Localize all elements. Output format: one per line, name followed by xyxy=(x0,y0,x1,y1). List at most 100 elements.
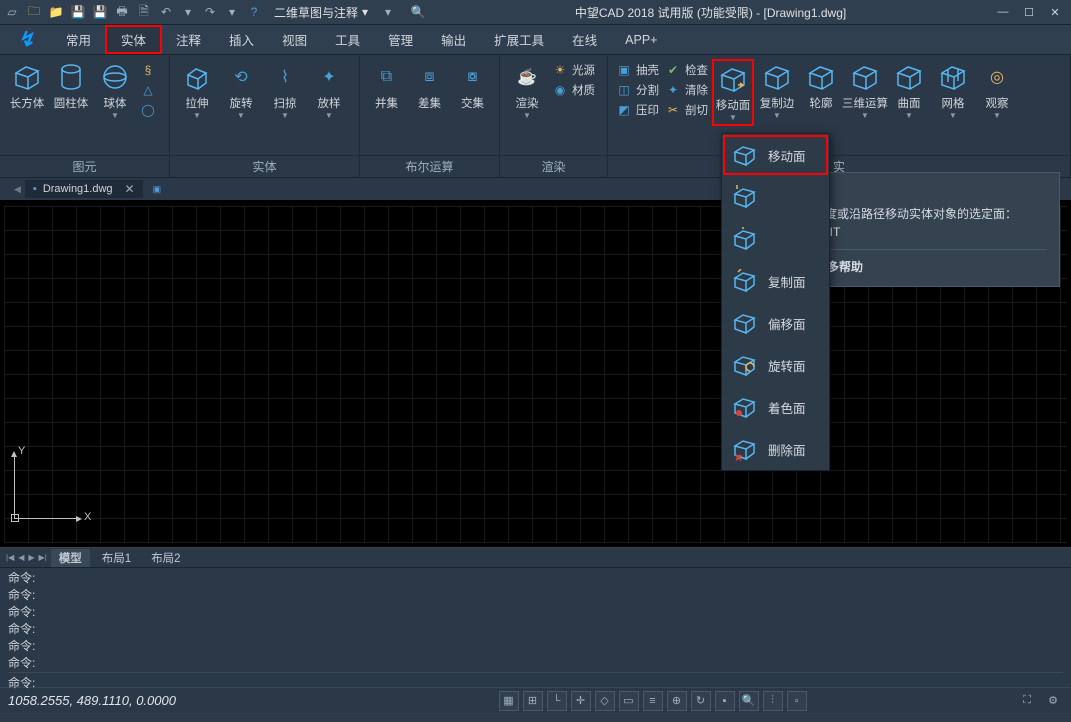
mesh-button[interactable]: 网格▼ xyxy=(932,59,974,122)
menu-app[interactable]: APP+ xyxy=(611,25,671,54)
fm-item-3[interactable] xyxy=(722,218,829,260)
sb-lwt-icon[interactable]: ≡ xyxy=(643,691,663,711)
fm-color-face[interactable]: 着色面 xyxy=(722,386,829,428)
undo-dd-icon[interactable]: ▾ xyxy=(180,4,196,20)
layout-model[interactable]: 模型 xyxy=(51,549,90,567)
cmd-history-line: 命令: xyxy=(8,638,1063,655)
fm-rotate-face[interactable]: 旋转面 xyxy=(722,344,829,386)
drawing-tab[interactable]: ▪ Drawing1.dwg ✕ xyxy=(25,180,143,198)
menu-manage[interactable]: 管理 xyxy=(374,25,427,54)
lt-first-icon[interactable]: |◀ xyxy=(6,553,14,562)
fm-copy-face[interactable]: 复制面 xyxy=(722,260,829,302)
sb-model-icon[interactable]: ▪ xyxy=(715,691,735,711)
undo-icon[interactable]: ↶ xyxy=(158,4,174,20)
maximize-button[interactable]: ☐ xyxy=(1017,3,1041,21)
menu-output[interactable]: 输出 xyxy=(427,25,480,54)
3dcalc-button[interactable]: 三维运算▼ xyxy=(844,59,886,122)
helix-icon[interactable]: § xyxy=(140,61,156,79)
menu-solid[interactable]: 实体 xyxy=(105,25,162,54)
lt-prev-icon[interactable]: ◀ xyxy=(18,553,24,562)
view3d-button[interactable]: ◎观察▼ xyxy=(976,59,1018,122)
fm-delete-face[interactable]: 删除面 xyxy=(722,428,829,470)
sb-otrack-icon[interactable]: ▭ xyxy=(619,691,639,711)
box-button[interactable]: 长方体 xyxy=(6,59,48,113)
menu-bar: ↯ 常用 实体 注释 插入 视图 工具 管理 输出 扩展工具 在线 APP+ xyxy=(0,25,1071,55)
copyedge-button[interactable]: 复制边▼ xyxy=(756,59,798,122)
split-button[interactable]: ◫分割 xyxy=(616,81,659,99)
qa-overflow-icon[interactable]: ▾ xyxy=(380,4,396,20)
sb-full-icon[interactable]: ⛶ xyxy=(1017,691,1037,711)
shell-button[interactable]: ▣抽壳 xyxy=(616,61,659,79)
menu-insert[interactable]: 插入 xyxy=(215,25,268,54)
layout-2[interactable]: 布局2 xyxy=(143,549,188,567)
lt-last-icon[interactable]: ▶| xyxy=(39,553,47,562)
cmd-history-line: 命令: xyxy=(8,655,1063,672)
sb-mag-icon[interactable]: 🔍 xyxy=(739,691,759,711)
sb-extra-icon[interactable]: ⫶ xyxy=(763,691,783,711)
app-logo[interactable]: ↯ xyxy=(0,25,52,54)
cylinder-button[interactable]: 圆柱体 xyxy=(50,59,92,113)
sb-grid-icon[interactable]: ▦ xyxy=(499,691,519,711)
surface-button[interactable]: 曲面▼ xyxy=(888,59,930,122)
new-icon[interactable]: ▱ xyxy=(4,4,20,20)
close-button[interactable]: ✕ xyxy=(1043,3,1067,21)
sphere-button[interactable]: 球体▼ xyxy=(94,59,136,122)
sb-osnap-icon[interactable]: ◇ xyxy=(595,691,615,711)
menu-online[interactable]: 在线 xyxy=(558,25,611,54)
intersect-button[interactable]: ⧇交集 xyxy=(452,59,493,113)
ribbon-group-solid: 拉伸▼ ⟲旋转▼ ⌇扫掠▼ ✦放样▼ xyxy=(170,55,360,155)
sweep-button[interactable]: ⌇扫掠▼ xyxy=(264,59,306,122)
search-icon[interactable]: 🔍 xyxy=(410,4,426,20)
redo-icon[interactable]: ↷ xyxy=(202,4,218,20)
light-button[interactable]: ☀光源 xyxy=(552,61,595,79)
tab-new-icon[interactable]: ▣ xyxy=(149,184,166,195)
sb-polar-icon[interactable]: ✛ xyxy=(571,691,591,711)
folder-icon[interactable]: 📁 xyxy=(48,4,64,20)
workspace-dropdown[interactable]: 二维草图与注释 ▾ xyxy=(268,4,374,21)
cone-icon[interactable]: △ xyxy=(140,81,156,99)
layout-1[interactable]: 布局1 xyxy=(94,549,139,567)
menu-annotate[interactable]: 注释 xyxy=(162,25,215,54)
union-button[interactable]: ⧉并集 xyxy=(366,59,407,113)
silhouette-button[interactable]: 轮廓 xyxy=(800,59,842,113)
open-icon[interactable]: 🗀 xyxy=(26,4,42,20)
sb-dyn-icon[interactable]: ⊕ xyxy=(667,691,687,711)
extrude-button[interactable]: 拉伸▼ xyxy=(176,59,218,122)
menu-extend[interactable]: 扩展工具 xyxy=(480,25,558,54)
sb-cycle-icon[interactable]: ↻ xyxy=(691,691,711,711)
tab-prev-icon[interactable]: ◀ xyxy=(10,184,25,195)
redo-dd-icon[interactable]: ▾ xyxy=(224,4,240,20)
sb-extra2-icon[interactable]: ▫ xyxy=(787,691,807,711)
minimize-button[interactable]: — xyxy=(991,3,1015,21)
torus-icon[interactable]: ◯ xyxy=(140,101,156,119)
menu-common[interactable]: 常用 xyxy=(52,25,105,54)
loft-button[interactable]: ✦放样▼ xyxy=(308,59,350,122)
preview-icon[interactable]: 🗎 xyxy=(136,4,152,20)
sb-snap-icon[interactable]: ⊞ xyxy=(523,691,543,711)
lt-next-icon[interactable]: ▶ xyxy=(28,553,34,562)
help-icon[interactable]: ? xyxy=(246,4,262,20)
sb-ortho-icon[interactable]: └ xyxy=(547,691,567,711)
menu-view[interactable]: 视图 xyxy=(268,25,321,54)
check-button[interactable]: ✔检查 xyxy=(665,61,708,79)
sb-gear-icon[interactable]: ⚙ xyxy=(1043,691,1063,711)
material-button[interactable]: ◉材质 xyxy=(552,81,595,99)
save-icon[interactable]: 💾 xyxy=(70,4,86,20)
layout-tabstrip: |◀ ◀ ▶ ▶| 模型 布局1 布局2 xyxy=(0,547,1071,567)
cmd-history-line: 命令: xyxy=(8,604,1063,621)
slice-button[interactable]: ✂剖切 xyxy=(665,101,708,119)
subtract-button[interactable]: ⧈差集 xyxy=(409,59,450,113)
clean-button[interactable]: ✦清除 xyxy=(665,81,708,99)
render-button[interactable]: ☕渲染▼ xyxy=(506,59,548,122)
fm-move-face[interactable]: 移动面 xyxy=(722,134,829,176)
imprint-button[interactable]: ◩压印 xyxy=(616,101,659,119)
moveface-button[interactable]: 移动面▼ xyxy=(712,59,754,126)
menu-tools[interactable]: 工具 xyxy=(321,25,374,54)
command-panel[interactable]: 命令: 命令: 命令: 命令: 命令: 命令: 命令: xyxy=(0,567,1071,687)
saveas-icon[interactable]: 💾 xyxy=(92,4,108,20)
fm-offset-face[interactable]: 偏移面 xyxy=(722,302,829,344)
print-icon[interactable]: 🖶 xyxy=(114,4,130,20)
fm-item-2[interactable] xyxy=(722,176,829,218)
tab-close-icon[interactable]: ✕ xyxy=(125,182,135,196)
revolve-button[interactable]: ⟲旋转▼ xyxy=(220,59,262,122)
